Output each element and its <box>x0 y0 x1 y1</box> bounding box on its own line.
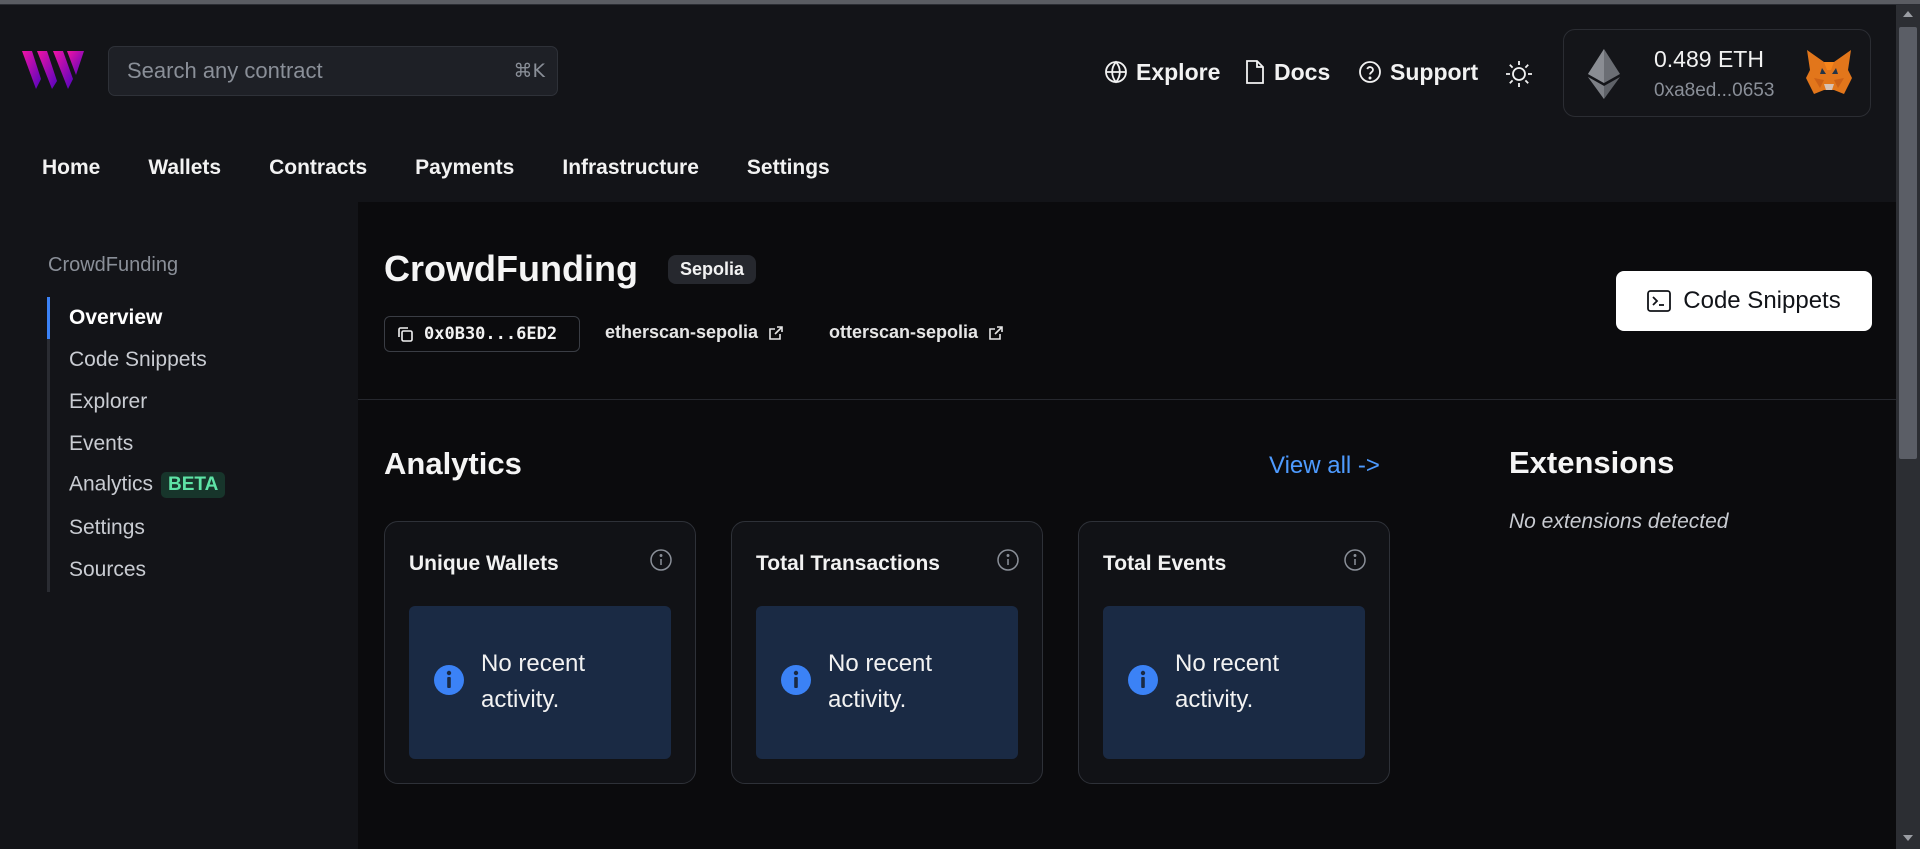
nav-wallets[interactable]: Wallets <box>148 148 221 188</box>
help-circle-icon <box>1359 61 1381 83</box>
document-icon <box>1246 60 1264 84</box>
external-link-icon <box>989 325 1003 340</box>
info-filled-icon <box>434 665 464 695</box>
no-activity-message: No recent activity. <box>828 650 933 713</box>
explore-link[interactable]: Explore <box>1104 55 1220 89</box>
no-activity-alert: No recent activity. <box>756 606 1018 759</box>
chain-badge: Sepolia <box>668 255 757 284</box>
copy-icon <box>398 326 413 342</box>
top-header: ⌘K Explore Docs Support 0.489 ETH 0xa8ed… <box>0 5 1896 135</box>
nav-payments[interactable]: Payments <box>415 148 514 188</box>
docs-link[interactable]: Docs <box>1244 55 1330 89</box>
support-link[interactable]: Support <box>1358 55 1478 89</box>
card-title: Total Transactions <box>756 552 940 575</box>
wallet-address: 0xa8ed...0653 <box>1654 80 1775 101</box>
analytics-title: Analytics <box>384 446 522 481</box>
beta-badge: BETA <box>161 472 226 498</box>
contract-address: 0x0B30...6ED2 <box>424 324 558 344</box>
support-label: Support <box>1390 58 1479 85</box>
main-nav: Home Wallets Contracts Payments Infrastr… <box>0 148 837 188</box>
wallet-balance: 0.489 ETH <box>1654 46 1764 72</box>
etherscan-label: etherscan-sepolia <box>605 322 759 342</box>
nav-settings[interactable]: Settings <box>747 148 830 188</box>
sidebar-item-overview[interactable]: Overview <box>69 306 162 330</box>
docs-label: Docs <box>1274 58 1331 85</box>
nav-contracts[interactable]: Contracts <box>269 148 367 188</box>
etherscan-link[interactable]: etherscan-sepolia <box>605 322 784 343</box>
info-filled-icon <box>781 665 811 695</box>
no-activity-message: No recent activity. <box>1175 650 1280 713</box>
analytics-card-total-transactions: Total Transactions No recent activity. <box>731 521 1043 784</box>
metamask-fox-icon <box>1806 50 1852 94</box>
sun-icon[interactable] <box>1504 59 1534 89</box>
terminal-icon <box>1647 290 1672 312</box>
card-title: Unique Wallets <box>409 552 559 575</box>
extensions-empty-message: No extensions detected <box>1509 510 1729 533</box>
info-icon[interactable] <box>1343 548 1367 572</box>
view-all-link[interactable]: View all -> <box>1269 452 1380 480</box>
search-box[interactable]: ⌘K <box>108 46 558 96</box>
card-title: Total Events <box>1103 552 1227 575</box>
scrollbar-thumb[interactable] <box>1899 27 1917 459</box>
otterscan-label: otterscan-sepolia <box>829 322 979 342</box>
sidebar-item-analytics-label: Analytics <box>69 472 154 496</box>
globe-icon <box>1105 60 1127 84</box>
nav-home[interactable]: Home <box>42 148 100 188</box>
sidebar-active-indicator <box>47 297 50 339</box>
code-snippets-label: Code Snippets <box>1683 287 1841 314</box>
no-activity-alert: No recent activity. <box>409 606 671 759</box>
sidebar-item-events[interactable]: Events <box>69 432 133 456</box>
sidebar-rail <box>47 297 50 592</box>
search-input[interactable] <box>127 47 497 95</box>
wallet-button[interactable]: 0.489 ETH 0xa8ed...0653 <box>1563 29 1871 117</box>
sidebar-item-analytics[interactable]: Analytics BETA <box>69 472 226 498</box>
nav-infrastructure[interactable]: Infrastructure <box>562 148 699 188</box>
extensions-title: Extensions <box>1509 445 1675 480</box>
otterscan-link[interactable]: otterscan-sepolia <box>829 322 1004 343</box>
explore-label: Explore <box>1136 58 1221 85</box>
contract-title: CrowdFunding <box>384 248 638 289</box>
no-activity-message: No recent activity. <box>481 650 586 713</box>
no-activity-alert: No recent activity. <box>1103 606 1365 759</box>
analytics-card-total-events: Total Events No recent activity. <box>1078 521 1390 784</box>
info-icon[interactable] <box>649 548 673 572</box>
scroll-down-arrow[interactable] <box>1903 835 1913 841</box>
sidebar: CrowdFunding Overview Code Snippets Expl… <box>0 202 358 849</box>
analytics-card-unique-wallets: Unique Wallets No recent activity. <box>384 521 696 784</box>
scroll-up-arrow[interactable] <box>1903 11 1913 17</box>
header-divider <box>358 399 1896 400</box>
sidebar-item-code-snippets[interactable]: Code Snippets <box>69 348 207 372</box>
sidebar-title: CrowdFunding <box>48 254 179 276</box>
main-content: CrowdFunding Sepolia 0x0B30...6ED2 ether… <box>358 202 1896 849</box>
thirdweb-logo[interactable] <box>22 49 84 91</box>
info-icon[interactable] <box>996 548 1020 572</box>
external-link-icon <box>769 325 783 340</box>
ethereum-icon <box>1588 49 1620 99</box>
copy-address-button[interactable]: 0x0B30...6ED2 <box>384 316 580 352</box>
search-shortcut: ⌘K <box>513 60 545 82</box>
sidebar-item-explorer[interactable]: Explorer <box>69 390 147 414</box>
sidebar-item-settings[interactable]: Settings <box>69 516 145 540</box>
info-filled-icon <box>1128 665 1158 695</box>
scrollbar[interactable] <box>1896 5 1920 849</box>
sidebar-item-sources[interactable]: Sources <box>69 558 146 582</box>
code-snippets-button[interactable]: Code Snippets <box>1616 271 1872 331</box>
